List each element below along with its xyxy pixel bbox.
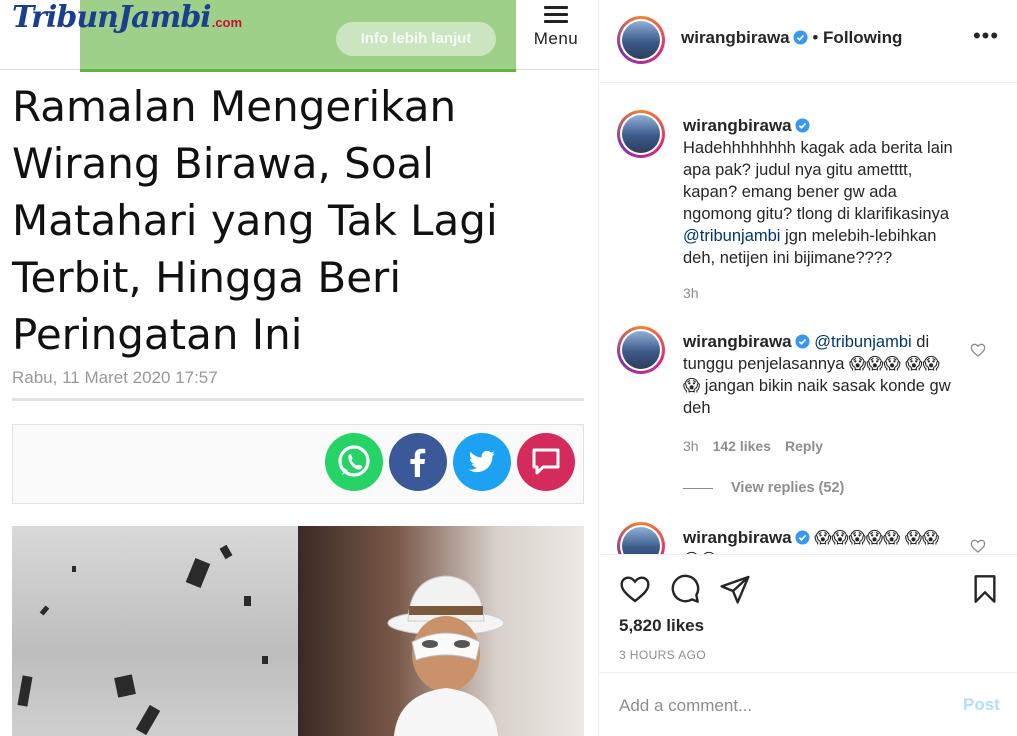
likes-count[interactable]: 5,820 likes [619,616,704,636]
divider [12,398,584,401]
post-timestamp[interactable]: 3 HOURS AGO [619,648,706,662]
menu-label: Menu [533,29,579,48]
masked-man-illustration [387,575,505,736]
verified-badge-icon [795,530,810,545]
following-button[interactable]: Following [823,28,902,47]
site-header: Info lebih lanjut TribunJambi.com Menu [0,0,598,72]
comment-username[interactable]: wirangbirawa [683,332,792,351]
comment-input[interactable] [619,691,939,721]
header-separator: • [807,28,824,47]
comment-text: wirangbirawa 😱😱😱😱😱 😱😱😱😱 [683,527,953,554]
divider [683,487,713,489]
header-user: wirangbirawa • Following [681,28,902,48]
photo-left-panel [12,526,298,736]
comment-bubble-icon[interactable] [669,573,701,605]
avatar[interactable] [617,522,665,554]
logo-suffix: .com [211,15,243,30]
whatsapp-share-button[interactable] [325,433,383,491]
comment-icon [532,448,560,475]
verified-badge-icon [795,118,810,133]
twitter-icon [468,450,495,473]
tribunjambi-logo[interactable]: TribunJambi.com [12,0,242,35]
comment-meta: 3h 142 likes Reply [683,438,823,454]
post-header: wirangbirawa • Following ••• [599,0,1017,83]
avatar[interactable] [617,110,665,158]
comment-time[interactable]: 3h [683,285,699,301]
header-username[interactable]: wirangbirawa [681,28,790,47]
banner-info-button[interactable]: Info lebih lanjut [336,22,496,56]
comment-username[interactable]: wirangbirawa [683,528,792,547]
mention-link[interactable]: @tribunjambi [683,227,780,245]
facebook-share-button[interactable] [389,433,447,491]
verified-badge-icon [793,30,808,45]
comment-content: Hadehhhhhhhh kagak ada berita lain apa p… [683,139,953,223]
article-title: Ramalan Mengerikan Wirang Birawa, Soal M… [12,82,498,359]
verified-badge-icon [795,334,810,349]
article-date: Rabu, 11 Maret 2020 17:57 [12,368,218,387]
save-bookmark-icon[interactable] [969,573,1001,605]
comment-username[interactable]: wirangbirawa [683,116,792,135]
menu-button[interactable]: Menu [526,2,586,64]
like-comment-heart-icon[interactable] [970,342,986,358]
comment-meta: 3h [683,285,699,301]
post-actions: 5,820 likes 3 HOURS AGO [599,554,1017,674]
mention-link[interactable]: @tribunjambi [814,333,911,351]
avatar[interactable] [617,16,665,64]
share-bar [12,424,584,504]
comments-list[interactable]: wirangbirawa Hadehhhhhhhh kagak ada beri… [599,84,1017,554]
post-button[interactable]: Post [963,695,1000,715]
instagram-post-panel: wirangbirawa • Following ••• wirangbiraw… [598,0,1017,736]
article-photo [12,526,584,736]
view-replies-label: View replies (52) [731,480,845,496]
comment-text: wirangbirawa Hadehhhhhhhh kagak ada beri… [683,115,953,269]
reply-button[interactable]: Reply [785,438,823,454]
twitter-share-button[interactable] [453,433,511,491]
more-options-icon[interactable]: ••• [971,25,1001,50]
comment-likes[interactable]: 142 likes [713,438,771,454]
like-heart-icon[interactable] [619,573,651,605]
avatar[interactable] [617,326,665,374]
article-screenshot: Info lebih lanjut TribunJambi.com Menu R… [0,0,598,736]
photo-right-panel [298,526,584,736]
share-paper-plane-icon[interactable] [719,573,751,605]
comment-time[interactable]: 3h [683,438,699,454]
add-comment-bar: Post [599,672,1017,736]
facebook-icon [410,448,426,477]
whatsapp-icon [338,445,370,477]
comment-share-button[interactable] [517,433,575,491]
like-comment-heart-icon[interactable] [970,538,986,554]
hamburger-icon [544,6,568,23]
comment-text: wirangbirawa @tribunjambi di tunggu penj… [683,331,953,419]
view-replies-button[interactable]: View replies (52) [683,480,844,496]
logo-text: TribunJambi [12,0,212,35]
